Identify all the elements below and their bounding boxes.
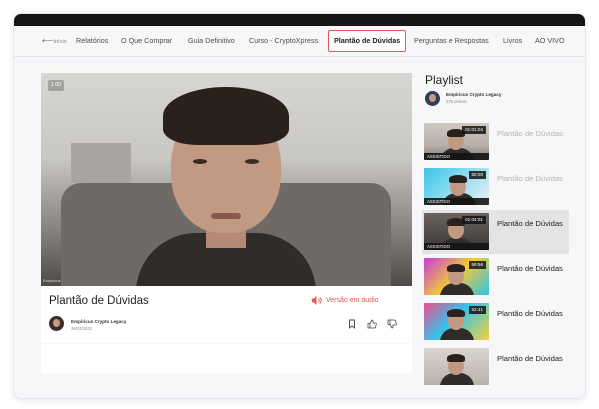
playlist-channel-name[interactable]: Empiricus Crypto Legacy [446, 92, 501, 97]
video-thumbnail[interactable]: 01:04:01 ASSISTIDO [424, 213, 489, 250]
nav-item-livros[interactable]: Livros [503, 26, 522, 56]
playlist-title: Playlist [425, 73, 464, 87]
playlist-item[interactable]: 59:56 Plantão de Dúvidas [422, 255, 569, 299]
playlist-item[interactable]: Plantão de Dúvidas [422, 345, 569, 389]
duration-badge: 01:04:01 [462, 216, 486, 224]
app-window: ⟵Início Relatórios O Que Comprar Guia De… [13, 13, 586, 399]
duration-badge: 59:56 [468, 261, 486, 269]
avatar[interactable] [425, 91, 440, 106]
nav-item-guia-definitivo[interactable]: Guia Definitivo [188, 26, 235, 56]
nav-item-plantao-de-duvidas[interactable]: Plantão de Dúvidas [328, 30, 407, 52]
nav-item-o-que-comprar[interactable]: O Que Comprar [121, 26, 172, 56]
nav-back-link[interactable]: ⟵Início [42, 26, 67, 56]
video-thumbnail[interactable]: 59:56 [424, 258, 489, 295]
playlist-item-label: Plantão de Dúvidas [497, 174, 563, 183]
avatar[interactable] [49, 316, 64, 331]
publish-date: 28/03/2022 [71, 326, 92, 331]
audio-version-link[interactable]: Versão em áudio [326, 297, 379, 304]
playlist-item-label: Plantão de Dúvidas [497, 264, 563, 273]
video-info: Plantão de Dúvidas Versão em áudio Empir… [41, 286, 412, 343]
video-thumbnail[interactable]: 50:00 ASSISTIDO [424, 168, 489, 205]
thumbs-up-icon[interactable] [367, 319, 377, 329]
playlist-item-label: Plantão de Dúvidas [497, 309, 563, 318]
nav-item-perguntas-e-respostas[interactable]: Perguntas e Respostas [414, 26, 489, 56]
top-bar [14, 14, 585, 26]
back-arrow-icon: ⟵ [42, 36, 54, 45]
playlist-item-label: Plantão de Dúvidas [497, 354, 563, 363]
watched-label: ASSISTIDO [427, 154, 450, 159]
playlist-item[interactable]: 01:01:04 ASSISTIDO Plantão de Dúvidas [422, 120, 569, 164]
playlist-item[interactable]: 52:41 Plantão de Dúvidas [422, 300, 569, 344]
video-description-area [41, 344, 412, 373]
bookmark-icon[interactable] [347, 319, 357, 329]
nav-item-relatorios[interactable]: Relatórios [76, 26, 108, 56]
speaker-icon[interactable] [311, 295, 322, 306]
duration-badge: 50:00 [468, 171, 486, 179]
nav-item-curso-cryptoxpress[interactable]: Curso - CryptoXpress [249, 26, 318, 56]
playlist-item-label: Plantão de Dúvidas [497, 129, 563, 138]
duration-badge: 52:41 [468, 306, 486, 314]
playlist-item[interactable]: 50:00 ASSISTIDO Plantão de Dúvidas [422, 165, 569, 209]
nav-item-ao-vivo[interactable]: AO VIVO [535, 26, 565, 56]
playlist-item-label: Plantão de Dúvidas [497, 219, 563, 228]
video-player[interactable]: 1.00 Empiricus [41, 73, 412, 286]
speed-badge[interactable]: 1.00 [48, 80, 64, 91]
video-watermark: Empiricus [43, 278, 61, 283]
watched-label: ASSISTIDO [427, 199, 450, 204]
channel-name[interactable]: Empiricus Crypto Legacy [71, 319, 126, 324]
duration-badge: 01:01:04 [462, 126, 486, 134]
playlist-item-current[interactable]: 01:04:01 ASSISTIDO Plantão de Dúvidas [422, 210, 569, 254]
video-thumbnail[interactable] [424, 348, 489, 385]
watched-label: ASSISTIDO [427, 244, 450, 249]
video-thumbnail[interactable]: 52:41 [424, 303, 489, 340]
video-thumbnail[interactable]: 01:01:04 ASSISTIDO [424, 123, 489, 160]
video-title: Plantão de Dúvidas [49, 295, 149, 307]
playlist-video-count: 275 vídeos [446, 99, 467, 104]
thumbs-down-icon[interactable] [387, 319, 397, 329]
main-nav: ⟵Início Relatórios O Que Comprar Guia De… [14, 26, 585, 57]
